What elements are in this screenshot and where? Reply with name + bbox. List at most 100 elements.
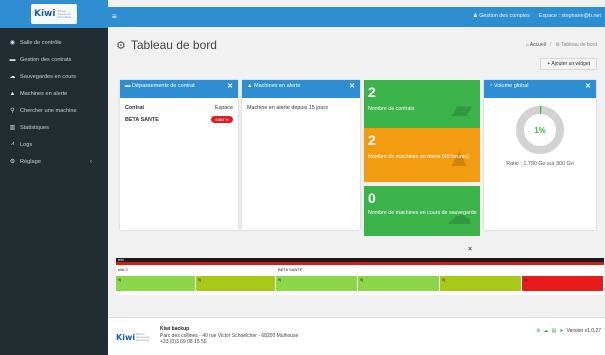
folder-icon: ▬ (125, 83, 133, 89)
cogs-icon[interactable]: ⚙ (536, 328, 540, 334)
close-icon[interactable]: ✕ (585, 83, 591, 90)
chevron-left-icon: ‹ (90, 158, 92, 165)
widget-header: ▲ Machines en alerte ✕ (242, 80, 360, 98)
dashboard-icon: ◉ (9, 40, 16, 46)
send-icon[interactable]: ➤ (559, 328, 563, 334)
contract-name: BETA SANTE (125, 116, 159, 123)
tile-label: Nombre de machines en cours de sauvegard… (368, 210, 477, 216)
global-volume-widget: ◔ Volume global ✕ 1% Ratio : 1.790 Go su… (484, 80, 596, 230)
sidebar-item-statistics[interactable]: ▥ Statistiques (0, 119, 108, 136)
breadcrumb-separator: / (549, 42, 552, 48)
sidebar-item-label: Salle de contrôle (20, 39, 62, 46)
widget-header: ▬ Dépassements de contrat ✕ (120, 80, 238, 98)
sidebar-item-settings[interactable]: ⚙ Réglage ‹ (0, 153, 108, 170)
alerts-count-tile[interactable]: ▲ 2 Nombre de machines en alerte (48 heu… (364, 128, 480, 182)
widget-header: ◔ Volume global ✕ (484, 80, 596, 98)
folder-icon: ▬ (9, 56, 16, 63)
widget-title: Machines en alerte (253, 83, 301, 89)
account-space-link[interactable]: Espace : stephane@b.net (539, 13, 601, 19)
cloud-icon: ☁ (9, 74, 16, 80)
widget-body: Machine en alerte depuis 15 jours (242, 98, 360, 118)
logo-text: Kiwi (34, 9, 56, 19)
column-header-space: Espace (215, 105, 233, 111)
manage-accounts-link[interactable]: ♟ Gestion des comptes (473, 13, 530, 19)
add-widget-button[interactable]: + Ajouter un widget (540, 58, 597, 70)
sidebar-item-label: Gestion des contrats (20, 56, 72, 63)
footer-right: ⚙ ☁ ▤ ➤ Version v1.0.27 (536, 328, 601, 334)
sidebar-item-label: Machines en alerte (20, 90, 68, 97)
cloud-icon[interactable]: ☁ (544, 328, 549, 334)
breadcrumb: ⌂ Accueil / ⚙ Tableau de bord (526, 42, 597, 48)
sidebar-item-alerts[interactable]: ▲ Machines en alerte (0, 85, 108, 102)
widget-title: Dépassements de contrat (132, 83, 195, 89)
timeline-segment[interactable]: 9j (358, 276, 440, 291)
tile-number: 0 (368, 190, 376, 206)
widget-title: Volume global (493, 83, 529, 89)
group-label: test 2 (118, 267, 128, 272)
sidebar-item-contracts[interactable]: ▬ Gestion des contrats (0, 51, 108, 68)
sidebar-item-backups[interactable]: ☁ Sauvegardes en cours (0, 68, 108, 85)
timeline-segment[interactable]: 9j (196, 276, 276, 291)
sidebar-item-label: Logs (20, 141, 33, 148)
backup-timeline: test test 2 BETA SANTE 9j 9j 9j 9j 9j 9j (116, 258, 604, 295)
group-label: BETA SANTE (278, 267, 303, 272)
timeline-segment[interactable]: 9j (116, 276, 196, 291)
tile-label: Nombre de machines en alerte (48 heures) (368, 154, 469, 160)
close-icon[interactable]: ✕ (227, 83, 233, 90)
warning-icon: ▲ (9, 90, 16, 97)
breadcrumb-home[interactable]: ⌂ Accueil (526, 42, 546, 48)
close-icon[interactable]: ✕ (349, 83, 355, 90)
sidebar-item-label: Sauvegardes en cours (20, 73, 76, 80)
footer-logo: Kiwi Backup Sauvegarde Externalisée (116, 326, 150, 348)
logo-tagline: Backup Sauvegarde Externalisée (57, 9, 72, 19)
tile-number: 2 (368, 84, 376, 100)
logo-tagline: Backup Sauvegarde Externalisée (136, 332, 150, 342)
top-bar-right: ♟ Gestion des comptes Espace : stephane@… (473, 13, 601, 19)
donut-percent: 1% (534, 126, 546, 135)
widget-body: Contrat Espace BETA SANTE 5464 % (120, 98, 238, 135)
sidebar-menu: ◉ Salle de contrôle ▬ Gestion des contra… (0, 34, 108, 170)
sidebar-item-label: Statistiques (20, 124, 49, 131)
timeline-segment[interactable]: 9j (276, 276, 358, 291)
close-icon[interactable]: × (468, 246, 472, 253)
top-bar: ≡ ♟ Gestion des comptes Espace : stephan… (108, 7, 605, 27)
volume-ratio: Ratio : 1.790 Go sur 300 Go (506, 161, 574, 167)
sidebar-item-label: Réglage (20, 158, 41, 165)
kiwi-logo[interactable]: Kiwi Backup Sauvegarde Externalisée (31, 4, 77, 24)
company-phone: +33 (0)3 69 08 15 50 (160, 339, 207, 345)
tile-label: Nombre de contrats (368, 106, 415, 112)
timeline-segment[interactable]: 9j (522, 276, 604, 291)
dashboard-icon: ⚙ (116, 39, 126, 52)
column-header-contract: Contrat (125, 105, 145, 111)
contract-overrun-widget: ▬ Dépassements de contrat ✕ Contrat Espa… (120, 80, 238, 230)
logo-text: Kiwi (116, 332, 136, 342)
footer: Kiwi Backup Sauvegarde Externalisée Kiwi… (108, 317, 605, 355)
warning-icon: ▲ (247, 83, 254, 89)
table-header: Contrat Espace (125, 105, 233, 111)
donut-chart: 1% (516, 106, 564, 154)
alert-text: Machine en alerte depuis 15 jours (247, 105, 328, 111)
search-icon: ⚲ (10, 108, 15, 114)
backups-running-tile[interactable]: ☁ 0 Nombre de machines en cours de sauve… (364, 186, 480, 236)
cogs-icon: ⚙ (9, 159, 16, 165)
tile-number: 2 (368, 132, 376, 148)
table-row[interactable]: BETA SANTE 5464 % (125, 116, 233, 123)
timeline-segment[interactable]: 9j (440, 276, 522, 291)
line-chart-icon: ⩘ (10, 141, 15, 147)
menu-toggle-icon[interactable]: ≡ (112, 12, 117, 21)
footer-address-block: Kiwi backup Parc des collines - 40 rue V… (160, 326, 298, 346)
sidebar-item-logs[interactable]: ⩘ Logs (0, 136, 108, 153)
logo-area: Kiwi Backup Sauvegarde Externalisée (0, 0, 108, 28)
timeline-red-line (116, 262, 604, 265)
volume-donut: 1% (484, 104, 596, 156)
document-icon[interactable]: ▤ (552, 328, 557, 334)
sidebar-item-search-machine[interactable]: ⚲ Chercher une machine (0, 102, 108, 119)
status-badge: 5464 % (211, 116, 233, 123)
version-label: Version v1.0.27 (566, 328, 601, 334)
sidebar-item-label: Chercher une machine (20, 107, 77, 114)
page-title: ⚙ Tableau de bord (116, 38, 217, 52)
contracts-count-tile[interactable]: ▰ 2 Nombre de contrats (364, 80, 480, 132)
sidebar-item-control-room[interactable]: ◉ Salle de contrôle (0, 34, 108, 51)
breadcrumb-current: ⚙ Tableau de bord (555, 42, 597, 48)
machines-alert-widget: ▲ Machines en alerte ✕ Machine en alerte… (242, 80, 360, 230)
